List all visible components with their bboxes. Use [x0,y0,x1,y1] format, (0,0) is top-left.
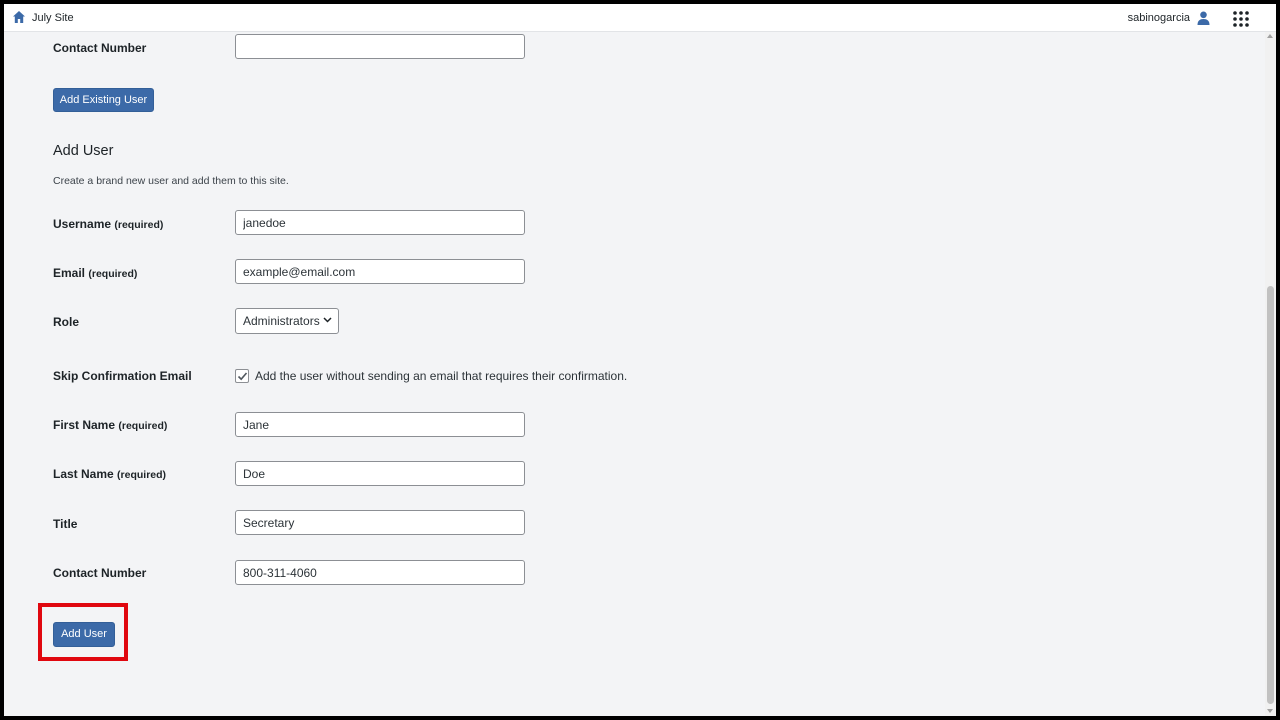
skip-confirmation-text[interactable]: Add the user without sending an email th… [255,369,627,383]
contact-number-label: Contact Number [53,566,147,580]
email-input[interactable] [235,259,525,284]
contact-number-input[interactable] [235,560,525,585]
role-select-value: Administrators [243,314,320,328]
username-label: Username (required) [53,217,164,231]
skip-confirmation-label: Skip Confirmation Email [53,369,192,383]
title-label: Title [53,517,78,531]
last-name-label: Last Name (required) [53,467,167,481]
first-name-input[interactable] [235,412,525,437]
apps-grid-icon[interactable] [1233,11,1249,27]
top-bar: July Site sabinogarcia [4,4,1276,32]
chevron-down-icon [323,317,332,323]
home-icon[interactable] [12,10,26,24]
existing-contact-input[interactable] [235,34,525,59]
role-select[interactable]: Administrators [235,308,339,334]
last-name-input[interactable] [235,461,525,486]
highlight-box [38,603,128,661]
add-existing-user-button[interactable]: Add Existing User [53,88,154,112]
first-name-label: First Name (required) [53,418,168,432]
scroll-up-icon[interactable] [1267,34,1273,38]
scroll-thumb[interactable] [1267,286,1274,704]
username-input[interactable] [235,210,525,235]
existing-contact-label: Contact Number [53,41,147,55]
site-title[interactable]: July Site [32,12,74,24]
app-window: July Site sabinogarcia Contact Number Ad… [4,4,1276,716]
add-user-heading: Add User [53,143,114,159]
skip-confirmation-checkbox[interactable] [235,369,249,383]
scroll-down-icon[interactable] [1267,709,1273,713]
username[interactable]: sabinogarcia [1128,12,1190,24]
add-user-description: Create a brand new user and add them to … [53,175,289,187]
checkmark-icon [237,372,248,381]
title-input[interactable] [235,510,525,535]
user-icon[interactable] [1197,11,1210,25]
role-label: Role [53,315,80,329]
email-label: Email (required) [53,266,138,280]
vertical-scrollbar[interactable] [1265,32,1276,716]
